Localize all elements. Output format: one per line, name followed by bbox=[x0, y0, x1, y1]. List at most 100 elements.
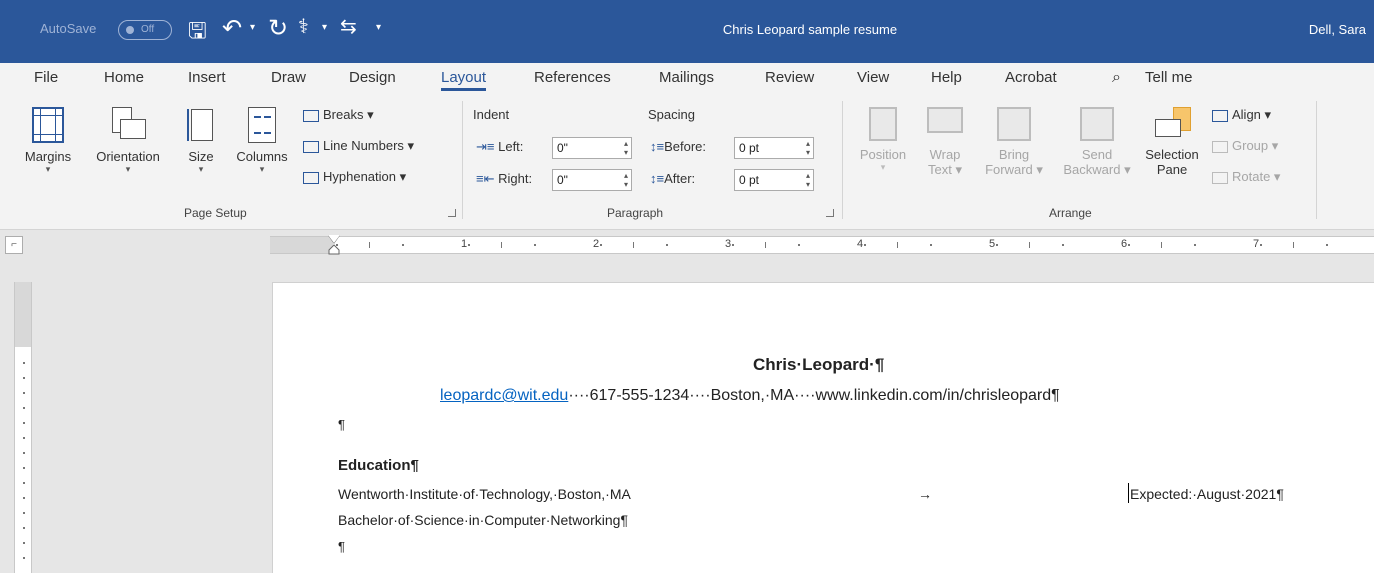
spinner-icon[interactable]: ▴ ▾ bbox=[624, 139, 628, 157]
tab-acrobat[interactable]: Acrobat bbox=[1005, 69, 1057, 86]
tab-mark: → bbox=[918, 486, 932, 502]
tab-draw[interactable]: Draw bbox=[271, 69, 306, 86]
chevron-down-icon: ▾ bbox=[259, 164, 265, 174]
paragraph-group-label: Paragraph bbox=[607, 206, 664, 220]
tab-help[interactable]: Help bbox=[931, 69, 962, 86]
ruler-number: 2 bbox=[593, 238, 600, 250]
indent-right-input[interactable]: 0" ▴ ▾ bbox=[552, 169, 632, 191]
ruler-area: ⌐ 1 2 3 4 5 6 7 bbox=[0, 230, 1374, 260]
position-icon bbox=[869, 107, 897, 141]
breaks-button[interactable]: Breaks ▾ bbox=[303, 107, 374, 123]
ruler-tick bbox=[23, 362, 25, 364]
tab-layout[interactable]: Layout bbox=[441, 69, 487, 91]
rotate-label: Rotate bbox=[1232, 169, 1271, 184]
tab-selector[interactable]: ⌐ bbox=[5, 236, 23, 254]
undo-icon[interactable]: ↶ bbox=[222, 14, 242, 43]
bring-forward-button[interactable]: Bring Forward ▾ bbox=[974, 107, 1054, 178]
spinner-icon[interactable]: ▴ ▾ bbox=[806, 139, 810, 157]
tab-mailings[interactable]: Mailings bbox=[659, 69, 714, 86]
align-button[interactable]: Align ▾ bbox=[1212, 107, 1271, 123]
indent-marker[interactable] bbox=[328, 235, 340, 255]
empty-paragraph-mark: ¶ bbox=[338, 417, 345, 432]
horizontal-ruler[interactable]: 1 2 3 4 5 6 7 bbox=[270, 235, 1374, 255]
contact-details: ····617-555-1234····Boston,·MA····www.li… bbox=[568, 387, 1060, 404]
group-divider bbox=[462, 101, 463, 219]
size-button[interactable]: Size ▾ bbox=[183, 107, 219, 175]
user-name[interactable]: Dell, Sara bbox=[1309, 22, 1366, 37]
group-icon bbox=[1212, 140, 1228, 153]
school-line: Wentworth·Institute·of·Technology,·Bosto… bbox=[338, 486, 631, 502]
ruler-tick bbox=[336, 244, 338, 246]
tab-references[interactable]: References bbox=[534, 69, 611, 86]
margins-icon bbox=[32, 107, 64, 143]
ruler-tick bbox=[23, 467, 25, 469]
vertical-ruler[interactable] bbox=[14, 282, 32, 573]
backward-label: Backward bbox=[1063, 162, 1121, 177]
degree-line: Bachelor·of·Science·in·Computer·Networki… bbox=[338, 512, 628, 528]
autosave-toggle[interactable]: Off bbox=[118, 20, 172, 40]
send-label: Send bbox=[1081, 147, 1113, 162]
group-divider bbox=[842, 101, 843, 219]
ruler-number: 7 bbox=[1253, 238, 1260, 250]
ruler-tick bbox=[23, 482, 25, 484]
indent-label: Indent bbox=[473, 107, 510, 122]
spinner-icon[interactable]: ▴ ▾ bbox=[806, 171, 810, 189]
tab-insert[interactable]: Insert bbox=[188, 69, 226, 86]
selection-pane-button[interactable]: Selection Pane bbox=[1138, 107, 1206, 177]
line-numbers-button[interactable]: Line Numbers ▾ bbox=[303, 138, 414, 154]
margins-button[interactable]: Margins ▾ bbox=[20, 107, 76, 175]
size-icon bbox=[187, 107, 215, 143]
page-setup-launcher-icon[interactable] bbox=[448, 209, 456, 217]
tab-file[interactable]: File bbox=[34, 69, 58, 86]
spacing-after-input[interactable]: 0 pt ▴ ▾ bbox=[734, 169, 814, 191]
ruler-number: 5 bbox=[989, 238, 996, 250]
tab-design[interactable]: Design bbox=[349, 69, 396, 86]
hyphenation-button[interactable]: Hyphenation ▾ bbox=[303, 169, 406, 185]
redo-icon[interactable]: ↻ bbox=[268, 14, 288, 43]
format-painter-icon[interactable]: ⚕ bbox=[298, 14, 309, 39]
spacing-before-input[interactable]: 0 pt ▴ ▾ bbox=[734, 137, 814, 159]
ruler-tick bbox=[23, 407, 25, 409]
tab-home[interactable]: Home bbox=[104, 69, 144, 86]
tab-review[interactable]: Review bbox=[765, 69, 814, 86]
position-label: Position bbox=[859, 147, 907, 162]
tab-view[interactable]: View bbox=[857, 69, 889, 86]
columns-label: Columns bbox=[236, 149, 288, 164]
rotate-button[interactable]: Rotate ▾ bbox=[1212, 169, 1280, 185]
indent-left-input[interactable]: 0" ▴ ▾ bbox=[552, 137, 632, 159]
ruler-tick bbox=[864, 244, 866, 246]
group-button[interactable]: Group ▾ bbox=[1212, 138, 1278, 154]
paragraph-launcher-icon[interactable] bbox=[826, 209, 834, 217]
line-numbers-icon bbox=[303, 140, 319, 153]
email-link[interactable]: leopardc@wit.edu bbox=[440, 387, 568, 404]
format-dropdown-icon[interactable]: ▾ bbox=[322, 22, 327, 33]
spinner-icon[interactable]: ▴ ▾ bbox=[624, 171, 628, 189]
orientation-icon bbox=[110, 107, 146, 143]
wrap-text-button[interactable]: Wrap Text ▾ bbox=[920, 107, 970, 178]
ruler-tick bbox=[23, 557, 25, 559]
ruler-tick bbox=[402, 244, 404, 246]
columns-icon bbox=[248, 107, 276, 143]
send-backward-button[interactable]: Send Backward ▾ bbox=[1055, 107, 1139, 178]
arrange-group-label: Arrange bbox=[1049, 206, 1092, 220]
columns-button[interactable]: Columns ▾ bbox=[230, 107, 294, 175]
ribbon-tabs: File Home Insert Draw Design Layout Refe… bbox=[0, 63, 1374, 93]
undo-dropdown-icon[interactable]: ▾ bbox=[250, 22, 255, 33]
hyphenation-icon bbox=[303, 171, 319, 184]
ruler-tick bbox=[23, 437, 25, 439]
lightbulb-search-icon[interactable]: ⌕ bbox=[1112, 69, 1121, 87]
tell-me-search[interactable]: Tell me bbox=[1145, 69, 1193, 86]
ribbon-layout: Margins ▾ Orientation ▾ Size ▾ Columns ▾… bbox=[0, 93, 1374, 230]
group-label: Group bbox=[1232, 138, 1269, 153]
orientation-label: Orientation bbox=[96, 149, 160, 164]
save-icon[interactable]: 🖫 bbox=[188, 14, 207, 52]
forward-label: Forward bbox=[985, 162, 1033, 177]
document-page[interactable]: Chris·Leopard·¶ leopardc@wit.edu····617-… bbox=[272, 282, 1374, 573]
hyphenation-label: Hyphenation bbox=[323, 169, 396, 184]
orientation-button[interactable]: Orientation ▾ bbox=[86, 107, 170, 175]
position-button[interactable]: Position ▾ bbox=[853, 107, 913, 173]
touch-mode-icon[interactable]: ⇆ bbox=[340, 14, 357, 39]
customize-qat-icon[interactable]: ▾ bbox=[376, 22, 381, 33]
ruler-tick bbox=[897, 242, 898, 248]
indent-right-icon: ≡⇤ bbox=[476, 171, 495, 186]
